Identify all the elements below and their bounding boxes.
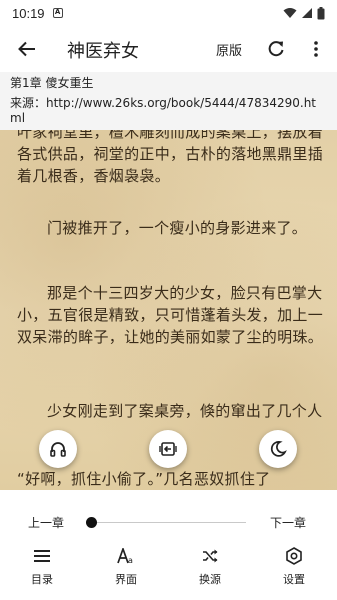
paragraph: “好啊，抓住小偷了。”几名恶奴抓住了 <box>17 470 271 488</box>
shuffle-icon <box>203 549 218 563</box>
back-button[interactable] <box>14 36 40 62</box>
menu-change-source-label: 换源 <box>199 573 221 586</box>
paragraph: 叶家祠堂里，檀木雕刻而成的案桌上，摆放着各式供品，祠堂的正中，古朴的落地黑鼎里插… <box>17 130 324 185</box>
more-vert-icon <box>314 41 318 57</box>
reader-control-panel: 上一章 下一章 目录 a 界面 换源 设置 <box>0 490 337 600</box>
menu-change-source[interactable]: 换源 <box>180 545 240 593</box>
settings-icon <box>286 547 302 565</box>
slider-thumb[interactable] <box>86 517 97 528</box>
audiobook-button[interactable] <box>39 430 77 468</box>
status-bar: 10:19 A <box>0 0 337 26</box>
status-time: 10:19 <box>12 5 45 21</box>
auto-page-button[interactable] <box>149 430 187 468</box>
battery-icon <box>317 6 325 19</box>
night-mode-button[interactable] <box>259 430 297 468</box>
menu-catalog-label: 目录 <box>31 573 53 586</box>
paragraph: 门被推开了，一个瘦小的身影进来了。 <box>47 219 308 237</box>
list-icon <box>34 550 50 562</box>
origin-button[interactable]: 原版 <box>216 40 242 59</box>
paragraph: 少女刚走到了案桌旁，倏的窜出了几个人 <box>47 402 323 420</box>
chapter-info: 第1章 傻女重生 来源：http://www.26ks.org/book/544… <box>0 72 337 130</box>
notification-icon: A <box>52 8 63 18</box>
bottom-menu: 目录 a 界面 换源 设置 <box>0 545 337 595</box>
headphones-icon <box>50 442 66 457</box>
refresh-icon <box>268 41 284 57</box>
next-chapter-button[interactable]: 下一章 <box>270 514 306 531</box>
chapter-title: 第1章 傻女重生 <box>10 76 94 90</box>
menu-interface-label: 界面 <box>115 573 137 586</box>
prev-chapter-button[interactable]: 上一章 <box>28 514 64 531</box>
signal-icon <box>302 8 312 18</box>
menu-settings[interactable]: 设置 <box>264 545 324 593</box>
toolbar: 神医弃女 原版 <box>0 26 337 72</box>
svg-text:a: a <box>128 556 133 564</box>
refresh-button[interactable] <box>265 38 287 60</box>
menu-interface[interactable]: a 界面 <box>96 545 156 593</box>
menu-settings-label: 设置 <box>283 573 305 586</box>
moon-icon <box>270 441 287 457</box>
paragraph: 那是个十三四岁大的少女，脸只有巴掌大小，五官很是精致，只可惜蓬着头发，加上一双呆… <box>17 284 324 346</box>
book-title: 神医弃女 <box>67 41 139 62</box>
menu-catalog[interactable]: 目录 <box>12 545 72 593</box>
arrow-back-icon <box>18 41 35 57</box>
chapter-progress-slider[interactable] <box>91 522 246 523</box>
font-icon: a <box>117 548 133 564</box>
wifi-icon <box>283 8 297 18</box>
status-icons <box>283 6 325 20</box>
chapter-navigation: 上一章 下一章 <box>0 512 337 532</box>
source-url[interactable]: 来源：http://www.26ks.org/book/5444/4783429… <box>10 96 327 126</box>
more-options-button[interactable] <box>306 38 326 60</box>
page-turn-icon <box>159 442 177 456</box>
